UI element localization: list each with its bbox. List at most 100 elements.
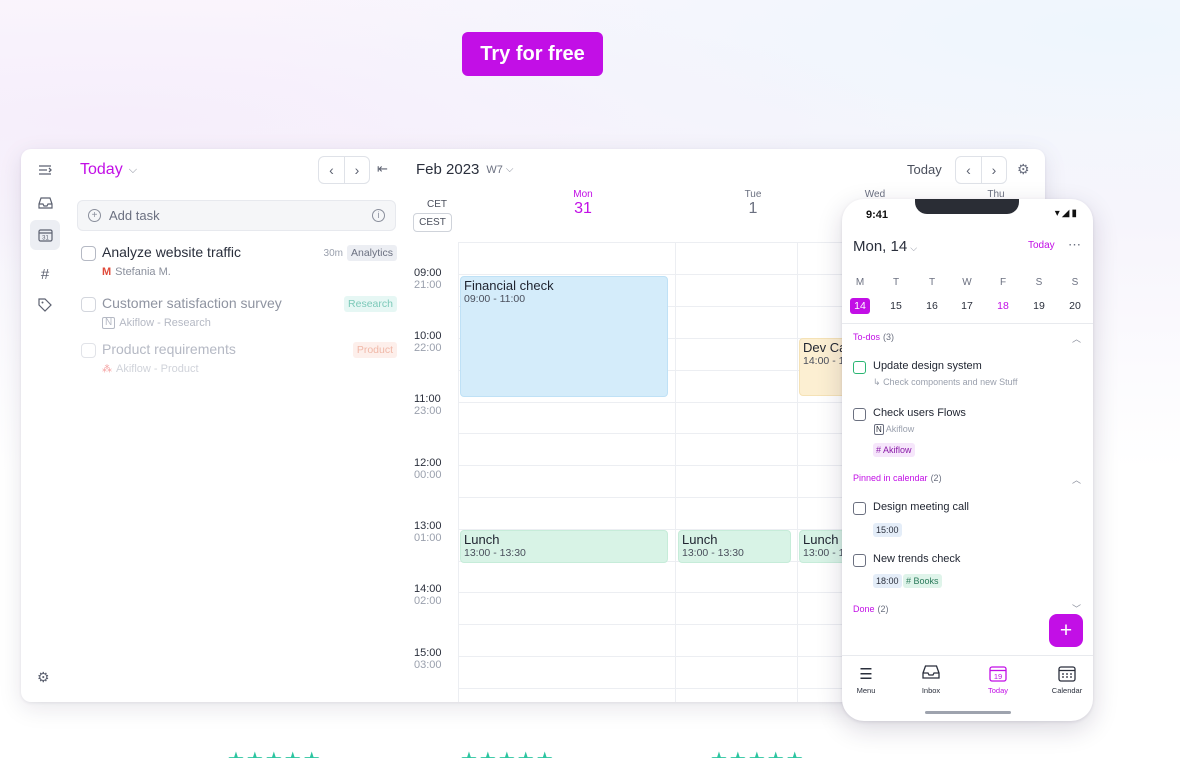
weekday-label: F [999,277,1007,288]
timezone-primary: CET [427,199,447,210]
week-date[interactable]: 14 [850,298,870,314]
task-checkbox[interactable] [853,408,866,421]
chevron-up-icon[interactable]: ︿ [1072,332,1081,345]
task-source: N Akiflow [874,424,915,435]
task-meta: Akiflow - Product [116,363,199,375]
task-date-nav: ‹ › [318,156,370,184]
task-title: Analyze website traffic [102,244,242,260]
task-checkbox[interactable] [81,343,96,358]
calendar-event[interactable]: Lunch 13:00 - 13:30 [678,530,791,563]
day-name: Tue [744,189,762,200]
calendar-icon[interactable]: 31 [30,220,60,250]
add-button[interactable]: + [1049,614,1083,647]
week-date[interactable]: 20 [1065,298,1085,314]
weekday-label: S [1071,277,1079,288]
day-header-mon[interactable]: Mon 31 [543,189,623,218]
info-icon[interactable]: i [372,209,385,222]
chevron-down-icon: ⌵ [505,164,514,175]
menu-icon: ☰ [859,666,873,683]
time-chip: 18:00 [873,574,902,588]
week-number: W7 [486,163,503,176]
svg-text:31: 31 [42,236,49,242]
inbox-icon[interactable] [30,188,60,218]
sidebar-toggle-icon[interactable] [30,155,60,185]
chevron-down-icon: ⌵ [910,243,918,253]
time-label: 10:00 22:00 [414,330,442,354]
svg-text:19: 19 [994,672,1002,681]
week-date[interactable]: 18 [993,298,1013,314]
add-task-input[interactable]: + Add task i [77,200,396,231]
task-tag: Research [344,296,397,312]
left-rail: 31 # ⚙ [21,149,69,702]
day-date: 31 [574,200,592,217]
tab-menu[interactable]: ☰ Menu [843,665,889,695]
event-title: Financial check [464,278,554,293]
tag-chip[interactable]: # Books [903,574,942,588]
inbox-icon [908,665,954,683]
task-tag: Analytics [346,245,397,261]
week-date[interactable]: 17 [957,298,977,314]
plus-icon: + [88,209,101,222]
tab-today[interactable]: 19 Today [975,665,1021,695]
task-title: Customer satisfaction survey [102,295,282,311]
chevron-left-icon[interactable]: ‹ [956,157,981,183]
calendar-event[interactable]: Financial check 09:00 - 11:00 [460,276,668,397]
calendar-month: Feb 2023 [416,161,480,178]
chevron-down-icon: ⌵ [128,163,138,176]
collapse-panel-icon[interactable]: ⇤ [377,161,388,177]
weekday-label: W [962,277,972,288]
week-date[interactable]: 19 [1029,298,1049,314]
task-duration: 30m [323,247,343,259]
tag-chip[interactable]: # Akiflow [873,443,915,457]
task-checkbox[interactable] [81,246,96,261]
today-selector[interactable]: Today ⌵ [80,161,137,179]
done-section-header[interactable]: Done (2) [853,604,889,614]
tab-inbox[interactable]: Inbox [908,665,954,695]
chevron-up-icon[interactable]: ︿ [1072,473,1081,486]
tab-calendar[interactable]: Calendar [1044,665,1090,695]
calendar-today-icon: 19 [975,665,1021,683]
day-date: 1 [748,200,758,217]
time-label: 11:00 23:00 [414,393,442,417]
chevron-right-icon[interactable]: › [344,157,369,183]
phone-date-title[interactable]: Mon, 14 ⌵ [853,238,917,255]
time-chip: 15:00 [873,523,902,537]
chevron-left-icon[interactable]: ‹ [319,157,344,183]
task-checkbox[interactable] [81,297,96,312]
event-time: 13:00 - 13:30 [464,547,526,559]
week-date[interactable]: 15 [886,298,906,314]
phone-today-button[interactable]: Today [1028,240,1055,251]
calendar-event[interactable]: Lunch 13:00 - 13:30 [460,530,668,563]
task-checkbox[interactable] [853,361,866,374]
gmail-icon: M [102,266,112,278]
rating-stars: ★★★★★ [227,747,322,758]
task-title: Update design system [873,360,982,372]
week-date[interactable]: 16 [922,298,942,314]
tag-icon[interactable] [30,290,60,320]
try-for-free-button[interactable]: Try for free [462,32,603,76]
calendar-settings-icon[interactable]: ⚙ [1017,161,1030,178]
chevron-right-icon[interactable]: › [981,157,1006,183]
day-header-tue[interactable]: Tue 1 [713,189,793,218]
task-meta: Stefania M. [115,266,171,278]
task-checkbox[interactable] [853,554,866,567]
calendar-icon [1044,665,1090,683]
task-title: Check users Flows [873,407,966,419]
more-icon[interactable]: ⋯ [1068,237,1081,253]
time-label: 12:00 00:00 [414,457,442,481]
weekday-label: T [892,277,900,288]
phone-notch [915,199,1019,214]
calendar-today-button[interactable]: Today [907,162,942,177]
settings-icon[interactable]: ⚙ [37,669,50,686]
pinned-section-header[interactable]: Pinned in calendar (2) [853,473,942,483]
calendar-header[interactable]: Feb 2023 W7 ⌵ [416,161,513,178]
event-time: 13:00 - 13:30 [682,547,744,559]
rating-stars: ★★★★★ [710,747,805,758]
task-meta: Akiflow - Research [119,317,211,329]
timezone-secondary[interactable]: CEST [413,213,452,232]
todos-section-header[interactable]: To-dos (3) [853,332,894,342]
hash-icon[interactable]: # [30,259,60,289]
notion-icon: N [874,424,884,435]
day-name: Mon [573,189,593,200]
task-checkbox[interactable] [853,502,866,515]
